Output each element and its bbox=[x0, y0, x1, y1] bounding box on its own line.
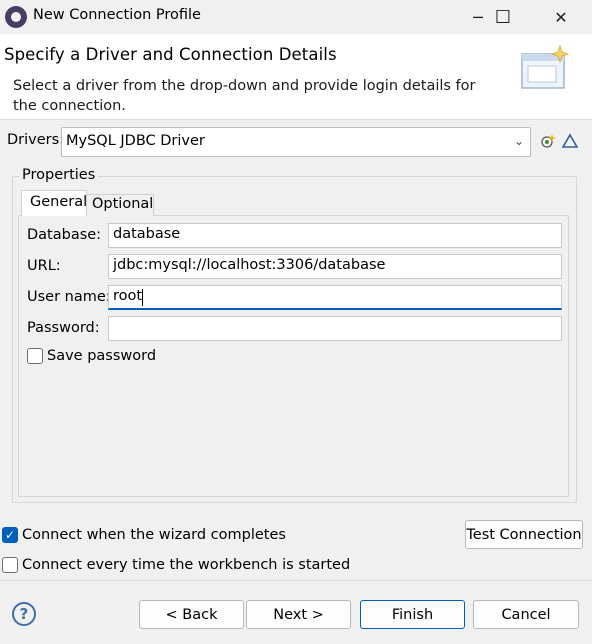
chevron-down-icon: ⌄ bbox=[513, 134, 524, 148]
help-button[interactable]: ? bbox=[12, 602, 36, 626]
connect-on-startup-label: Connect every time the workbench is star… bbox=[22, 557, 351, 573]
save-password-checkbox[interactable] bbox=[27, 348, 43, 364]
text-cursor bbox=[142, 289, 143, 306]
tab-general-label: General bbox=[30, 194, 88, 210]
database-value: database bbox=[113, 226, 181, 242]
back-button[interactable]: < Back bbox=[139, 600, 244, 629]
next-button[interactable]: Next > bbox=[246, 600, 351, 629]
connect-on-startup-checkbox[interactable] bbox=[2, 557, 18, 573]
close-button[interactable]: ✕ bbox=[538, 0, 584, 34]
password-label: Password: bbox=[27, 320, 100, 336]
username-label: User name: bbox=[27, 289, 111, 305]
eclipse-app-icon bbox=[5, 6, 27, 28]
username-value: root bbox=[113, 288, 143, 304]
connect-on-finish-checkbox[interactable]: ✓ bbox=[2, 527, 18, 543]
database-label: Database: bbox=[27, 227, 102, 243]
test-connection-button[interactable]: Test Connection bbox=[465, 520, 583, 549]
drivers-selected-value: MySQL JDBC Driver bbox=[66, 133, 205, 149]
tab-optional[interactable]: Optional bbox=[87, 194, 154, 216]
window-title: New Connection Profile bbox=[33, 7, 201, 23]
tab-optional-label: Optional bbox=[92, 196, 154, 212]
tab-general[interactable]: General bbox=[21, 190, 87, 216]
checkmark-icon: ✓ bbox=[4, 528, 16, 542]
url-value: jdbc:mysql://localhost:3306/database bbox=[113, 257, 386, 273]
maximize-icon: ☐ bbox=[494, 6, 512, 28]
properties-group-label: Properties bbox=[19, 167, 99, 183]
cancel-button[interactable]: Cancel bbox=[473, 600, 579, 629]
database-field[interactable]: database bbox=[108, 223, 562, 248]
username-field[interactable]: root bbox=[108, 285, 562, 310]
maximize-button[interactable]: ☐ bbox=[480, 0, 526, 34]
finish-button[interactable]: Finish bbox=[360, 600, 465, 629]
edit-driver-icon bbox=[562, 133, 578, 148]
edit-driver-button[interactable] bbox=[561, 132, 579, 150]
password-field[interactable] bbox=[108, 316, 562, 341]
new-driver-icon bbox=[541, 134, 556, 148]
drivers-label: Drivers: bbox=[7, 132, 65, 148]
url-label: URL: bbox=[27, 258, 61, 274]
url-field[interactable]: jdbc:mysql://localhost:3306/database bbox=[108, 254, 562, 279]
wizard-banner-icon bbox=[521, 44, 570, 89]
footer-separator bbox=[0, 580, 592, 581]
drivers-dropdown[interactable]: MySQL JDBC Driver ⌄ bbox=[61, 127, 531, 157]
save-password-label: Save password bbox=[47, 348, 157, 364]
close-icon: ✕ bbox=[554, 7, 568, 27]
connect-on-finish-label: Connect when the wizard completes bbox=[22, 527, 286, 543]
help-icon: ? bbox=[19, 605, 29, 623]
new-driver-button[interactable] bbox=[539, 132, 557, 150]
wizard-description: Select a driver from the drop-down and p… bbox=[13, 78, 476, 114]
wizard-title: Specify a Driver and Connection Details bbox=[4, 45, 337, 64]
